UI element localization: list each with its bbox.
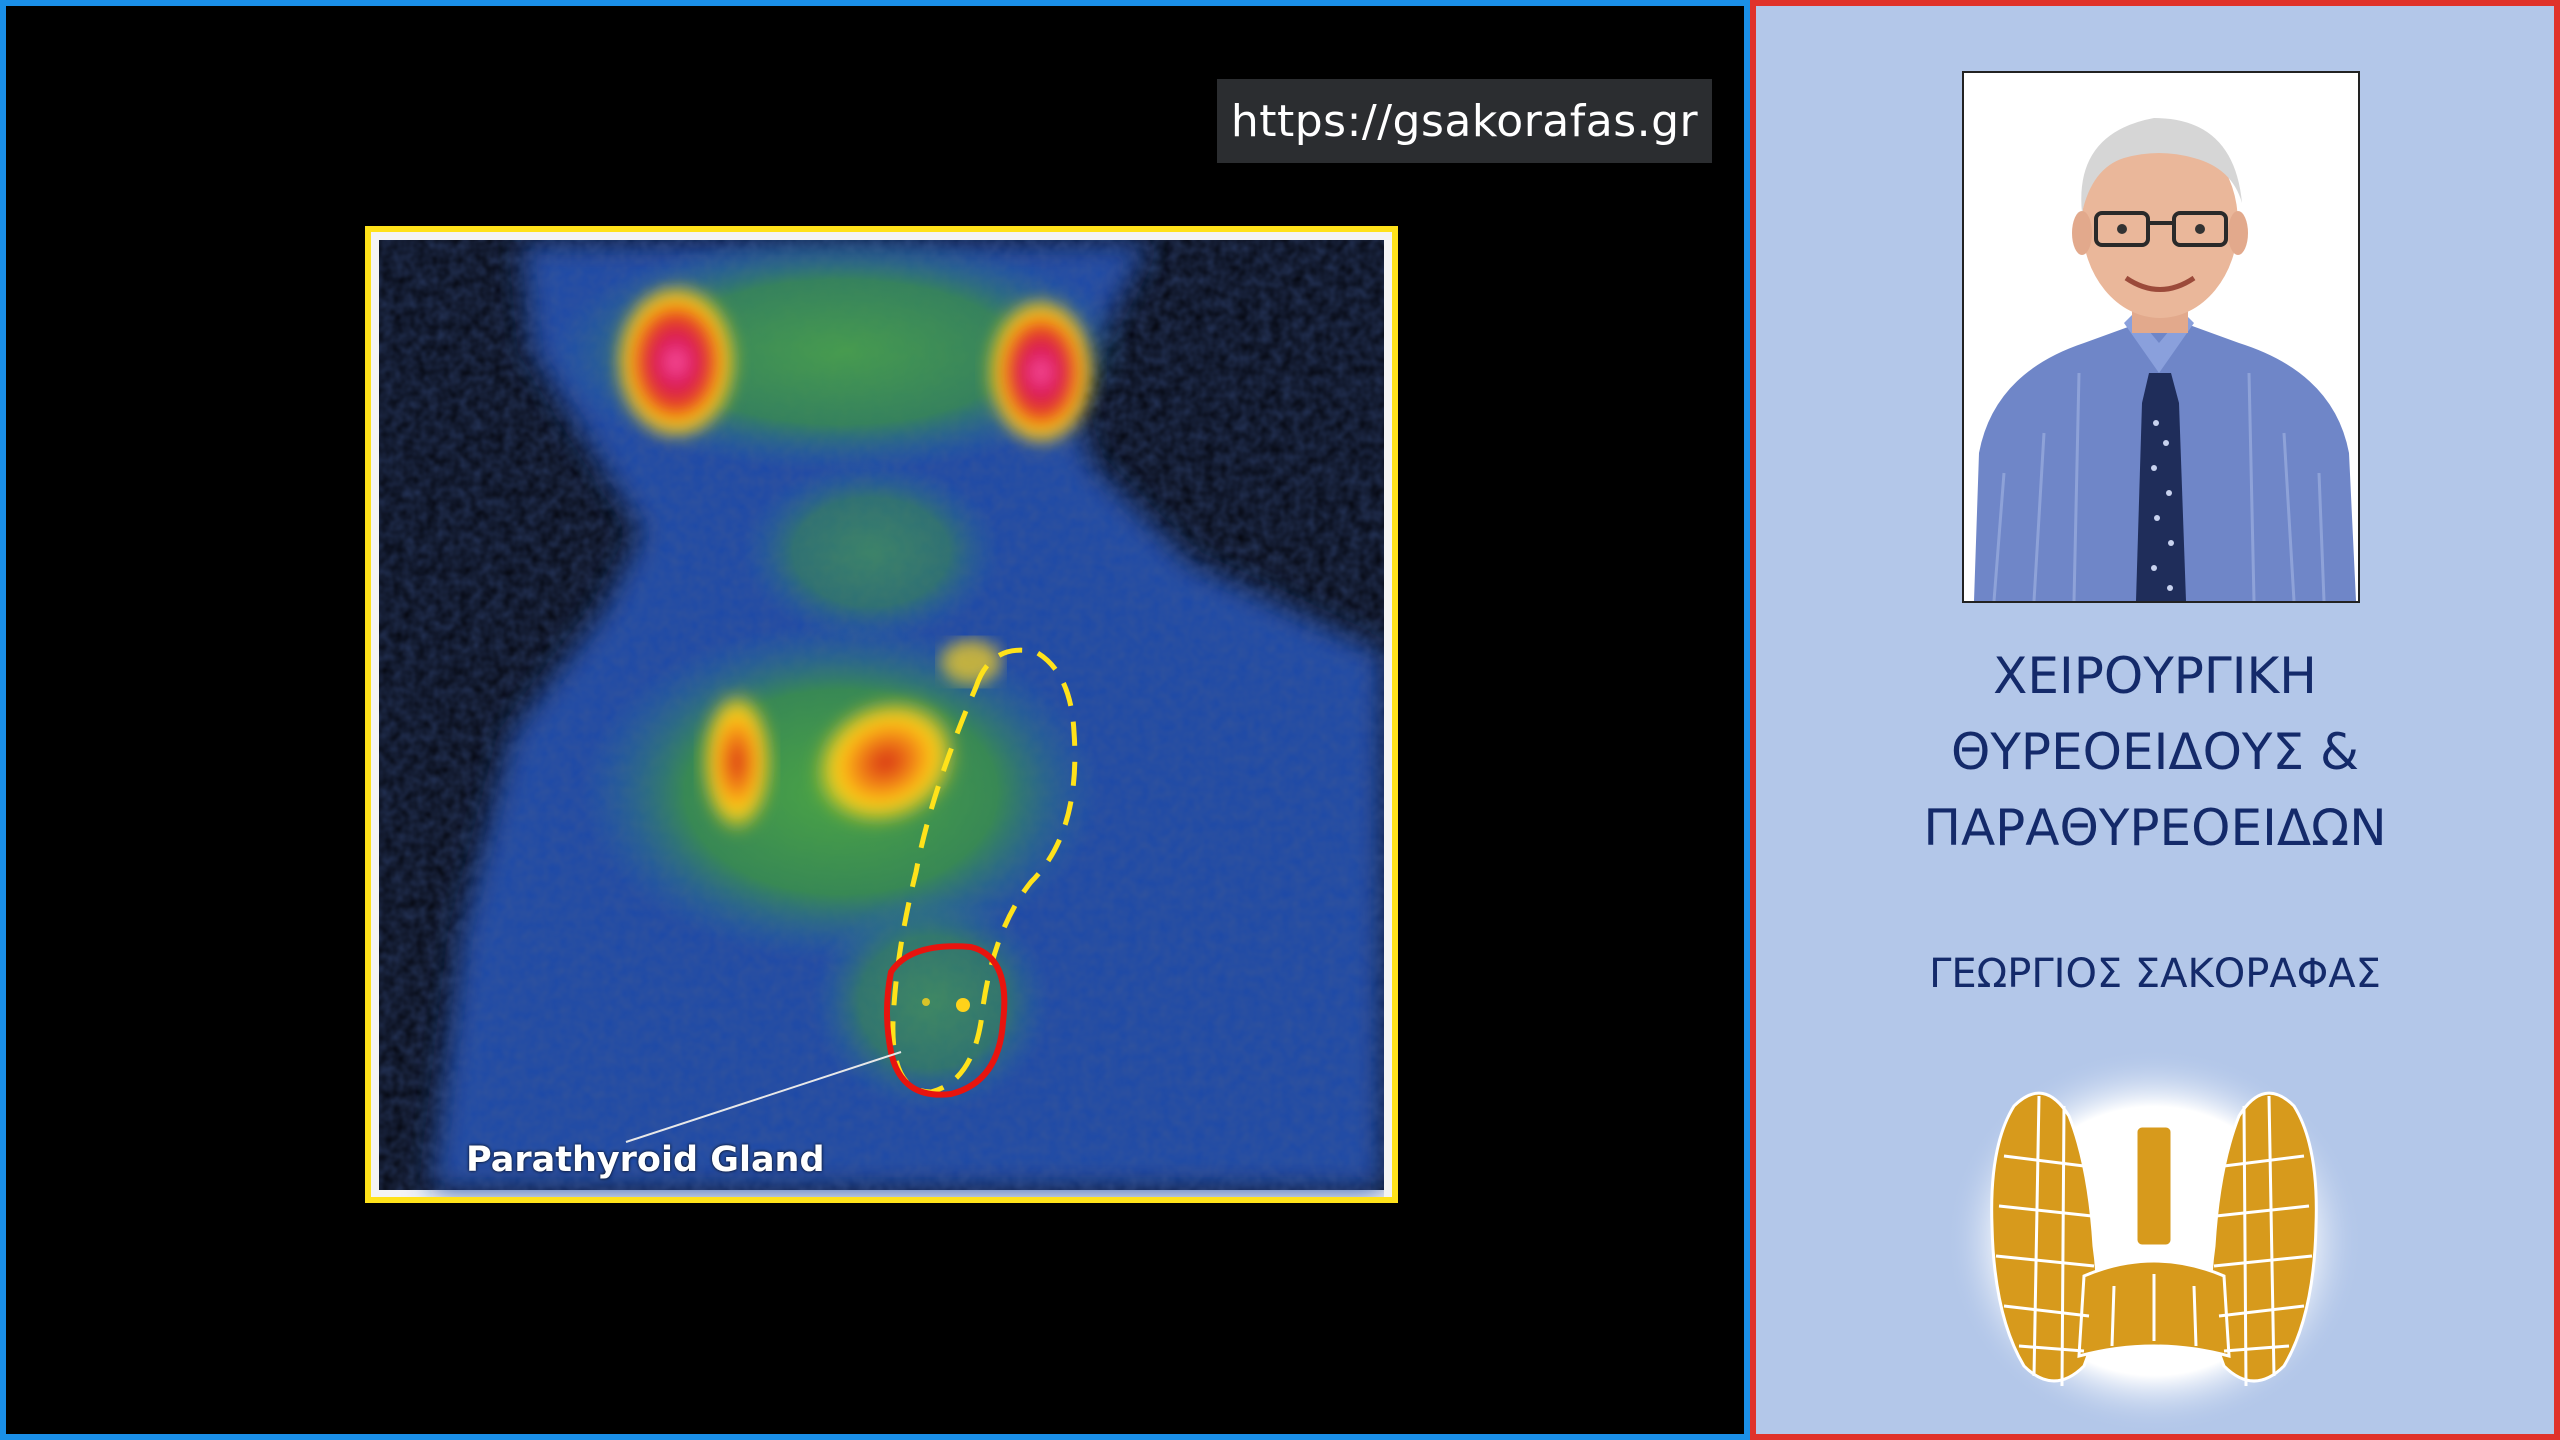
scan-image (371, 232, 1392, 1197)
slide-image-panel: https://gsakorafas.gr Parathyroid Gland (0, 0, 1750, 1440)
thyroid-logo-icon (1944, 1046, 2364, 1436)
title-line-3: ΠΑΡΑΘΥΡΕΟΕΙΔΩΝ (1923, 799, 2387, 857)
title-line-1: ΧΕΙΡΟΥΡΓΙΚΗ (1993, 647, 2317, 705)
url-watermark: https://gsakorafas.gr (1217, 79, 1712, 163)
course-title: ΧΕΙΡΟΥΡΓΙΚΗ ΘΥΡΕΟΕΙΔΟΥΣ & ΠΑΡΑΘΥΡΕΟΕΙΔΩΝ (1756, 638, 2554, 866)
scintigraphy-scan: Parathyroid Gland (365, 226, 1398, 1203)
portrait-illustration (1964, 73, 2358, 601)
author-name: ΓΕΩΡΓΙΟΣ ΣΑΚΟΡΑΦΑΣ (1929, 951, 2381, 997)
title-line-2: ΘΥΡΕΟΕΙΔΟΥΣ & (1951, 723, 2359, 781)
portrait-photo (1962, 71, 2360, 603)
parathyroid-gland-label: Parathyroid Gland (466, 1140, 825, 1180)
sidebar-panel: ΧΕΙΡΟΥΡΓΙΚΗ ΘΥΡΕΟΕΙΔΟΥΣ & ΠΑΡΑΘΥΡΕΟΕΙΔΩΝ… (1750, 0, 2560, 1440)
